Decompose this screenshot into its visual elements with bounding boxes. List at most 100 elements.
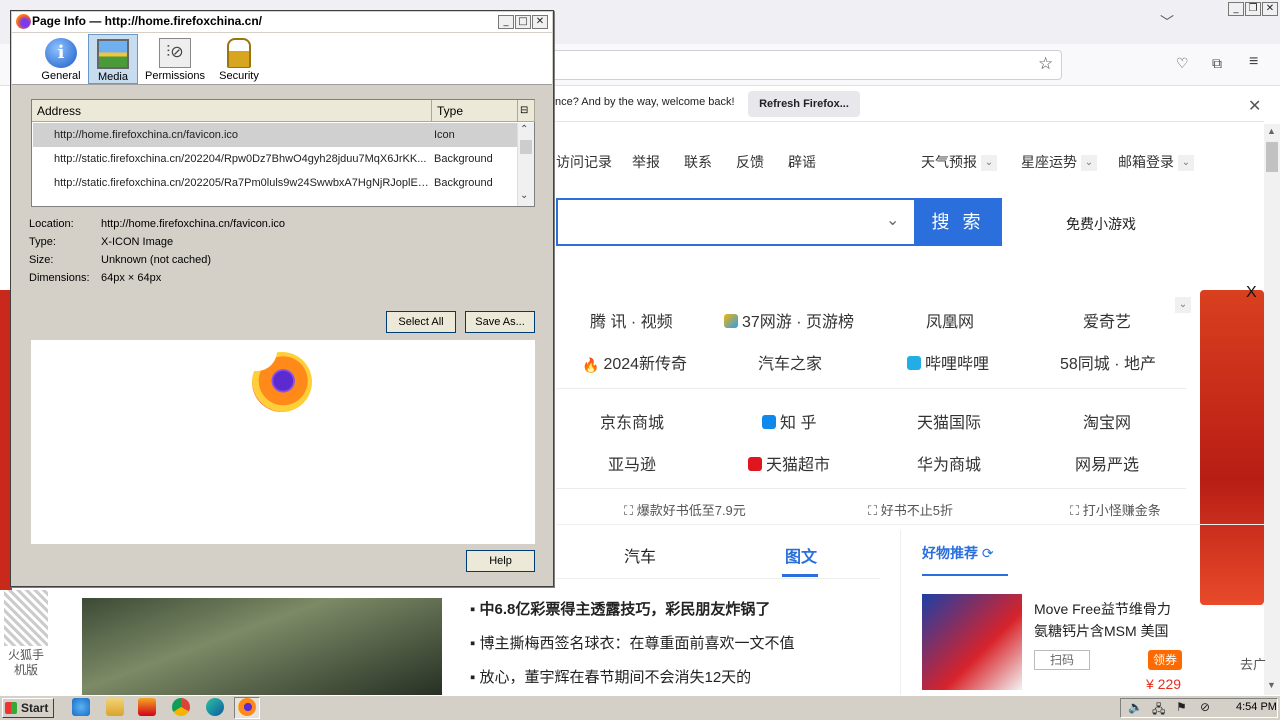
scan-icon: ⛶ — [868, 503, 881, 518]
nav-contact[interactable]: 联系 — [684, 152, 712, 172]
site-link[interactable]: 京东商城 — [600, 409, 664, 433]
product-title[interactable]: Move Free益节维骨力氨糖钙片含MSM 美国 — [1034, 598, 1184, 642]
page-scrollbar[interactable] — [1264, 124, 1280, 695]
chevron-down-icon[interactable]: ⌄ — [1175, 297, 1191, 313]
site-link-label: 37网游 · 页游榜 — [742, 314, 855, 331]
bookmark-star-icon[interactable]: ☆ — [1038, 54, 1053, 74]
tab-permissions[interactable]: ⫶⊘ Permissions — [144, 34, 206, 84]
table-row[interactable]: http://home.firefoxchina.cn/favicon.ico … — [33, 123, 518, 147]
site-link[interactable]: 汽车之家 — [758, 350, 822, 374]
tab-pictures[interactable]: 图文 — [785, 543, 817, 567]
close-ad-button[interactable]: X — [1246, 284, 1257, 302]
edge-icon[interactable] — [206, 698, 224, 716]
news-headline[interactable]: ▪ 放心，董宇辉在春节期间不会消失12天的 — [470, 666, 751, 687]
restore-icon[interactable]: ❐ — [1245, 2, 1261, 16]
chevron-down-icon[interactable]: ⌄ — [520, 190, 528, 201]
folder-icon[interactable] — [106, 698, 124, 716]
site-link[interactable]: 亚马逊 — [608, 451, 656, 475]
nav-horoscope[interactable]: 星座运势 ⌄ — [1021, 152, 1097, 172]
refresh-firefox-button[interactable]: Refresh Firefox... — [748, 91, 860, 117]
type-label: Type: — [29, 236, 56, 248]
site-link[interactable]: 🔥 2024新传奇 — [582, 350, 687, 374]
promo-link[interactable]: ⛶ 爆款好书低至7.9元 — [624, 500, 746, 519]
flag-icon[interactable]: ⚑ — [1176, 700, 1187, 714]
minimize-icon[interactable]: _ — [1228, 2, 1244, 16]
site-link[interactable]: 腾 讯 · 视频 — [590, 308, 673, 332]
site-link[interactable]: 凤凰网 — [926, 308, 974, 332]
volume-icon[interactable]: 🔈 — [1128, 700, 1143, 714]
site-link[interactable]: 58同城 · 地产 — [1060, 350, 1156, 374]
column-header-address[interactable]: Address — [32, 100, 432, 122]
promo-link[interactable]: ⛶ 打小怪赚金条 — [1070, 500, 1161, 519]
nav-rumor[interactable]: 辟谣 — [788, 152, 816, 172]
media-player-icon[interactable] — [138, 698, 156, 716]
nav-feedback[interactable]: 反馈 — [736, 152, 764, 172]
right-banner-ad[interactable] — [1200, 290, 1264, 605]
search-button[interactable]: 搜 索 — [914, 198, 1002, 246]
site-logo-icon — [724, 314, 738, 328]
news-headline[interactable]: ▪ 博主撕梅西签名球衣：在尊重面前喜欢一文不值 — [470, 632, 795, 653]
ie-icon[interactable] — [72, 698, 90, 716]
site-link[interactable]: 知 乎 — [762, 409, 816, 433]
free-games-link[interactable]: 免费小游戏 — [1066, 214, 1136, 234]
location-value: http://home.firefoxchina.cn/favicon.ico — [101, 218, 286, 230]
nav-history[interactable]: 访问记录 — [556, 152, 612, 172]
help-button[interactable]: Help — [466, 550, 535, 572]
url-bar[interactable] — [540, 50, 1062, 80]
site-link[interactable]: 爱奇艺 — [1083, 308, 1131, 332]
chevron-up-icon[interactable]: ⌃ — [520, 124, 528, 135]
column-header-type[interactable]: Type — [432, 100, 518, 122]
product-image[interactable] — [922, 594, 1022, 690]
pocket-icon[interactable]: ♡ — [1176, 55, 1189, 72]
table-row[interactable]: http://static.firefoxchina.cn/202204/Rpw… — [33, 147, 518, 171]
site-link[interactable]: 天猫国际 — [917, 409, 981, 433]
news-headline[interactable]: ▪ 中6.8亿彩票得主透露技巧，彩民朋友炸锅了 — [470, 598, 770, 619]
nav-report[interactable]: 举报 — [632, 152, 660, 172]
menu-icon[interactable]: ≡ — [1249, 53, 1258, 71]
scroll-up-icon[interactable]: ▲ — [1267, 126, 1276, 136]
search-input[interactable] — [556, 198, 914, 246]
site-link[interactable]: 哔哩哔哩 — [907, 350, 989, 374]
coupon-badge[interactable]: 领券 — [1148, 650, 1182, 670]
tab-security[interactable]: Security — [214, 34, 264, 84]
select-all-button[interactable]: Select All — [386, 311, 456, 333]
chrome-icon[interactable] — [172, 698, 190, 716]
save-as-button[interactable]: Save As... — [465, 311, 535, 333]
security-icon[interactable]: ⊘ — [1200, 700, 1210, 714]
promo-link[interactable]: ⛶ 好书不止5折 — [868, 500, 953, 519]
promo-label: 打小怪赚金条 — [1082, 503, 1161, 518]
maximize-icon[interactable]: □ — [515, 15, 531, 29]
firefox-icon — [16, 14, 31, 29]
extensions-icon[interactable]: ⧉ — [1212, 55, 1222, 72]
close-icon[interactable]: ✕ — [532, 15, 548, 29]
table-row[interactable]: http://static.firefoxchina.cn/202205/Ra7… — [33, 171, 518, 195]
tab-media-label: Media — [98, 71, 128, 83]
scroll-thumb[interactable] — [520, 140, 532, 154]
nav-email[interactable]: 邮箱登录 ⌄ — [1118, 152, 1194, 172]
refresh-icon[interactable]: ⟳ — [982, 545, 994, 561]
news-image[interactable] — [82, 598, 442, 695]
chevron-down-icon[interactable]: ﹀ — [1160, 12, 1174, 32]
tab-media[interactable]: Media — [88, 34, 138, 84]
product-scan-tag[interactable]: 扫码 — [1034, 650, 1090, 670]
tab-general[interactable]: i General — [36, 34, 86, 84]
tab-car[interactable]: 汽车 — [624, 543, 656, 567]
site-link[interactable]: 网易严选 — [1075, 451, 1139, 475]
chevron-down-icon[interactable]: ⌄ — [886, 210, 899, 230]
network-icon[interactable]: 🖧 — [1152, 700, 1165, 720]
minimize-icon[interactable]: _ — [498, 15, 514, 29]
site-link[interactable]: 华为商城 — [917, 451, 981, 475]
close-icon[interactable]: ✕ — [1262, 2, 1278, 16]
close-icon[interactable]: ✕ — [1248, 96, 1261, 116]
hide-ad-link[interactable]: 去广 — [1240, 654, 1266, 673]
site-link[interactable]: 天猫超市 — [748, 451, 830, 475]
tab-general-label: General — [41, 70, 81, 82]
qr-label[interactable]: 火狐手机版 — [6, 648, 46, 678]
scroll-down-icon[interactable]: ▼ — [1267, 680, 1276, 690]
info-icon: i — [45, 38, 77, 68]
site-link[interactable]: 淘宝网 — [1083, 409, 1131, 433]
nav-weather[interactable]: 天气预报 ⌄ — [921, 152, 997, 172]
scroll-thumb[interactable] — [1266, 142, 1278, 172]
column-picker-icon[interactable]: ⊟ — [518, 100, 535, 122]
site-link[interactable]: 37网游 · 页游榜 — [724, 308, 854, 332]
